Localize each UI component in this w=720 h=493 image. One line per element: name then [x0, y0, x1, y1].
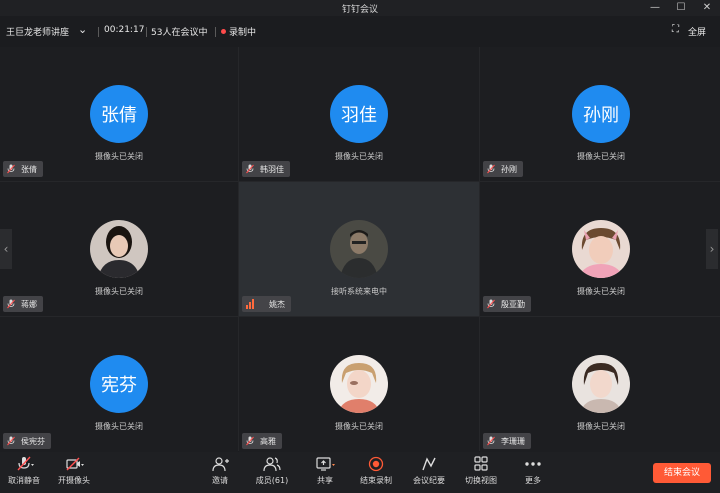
mic-muted-icon [487, 164, 495, 174]
participant-count[interactable]: 53人在会议中 [151, 25, 207, 38]
participant-name: 高雅 [260, 436, 276, 446]
participant-grid: 张倩 摄像头已关闭 张倩 羽佳 摄像头已关闭 韩羽佳 孙刚 摄像头已关闭 孙刚 … [0, 47, 720, 453]
name-badge: 姚杰 [242, 296, 291, 312]
participant-tile[interactable]: 宪芬 摄像头已关闭 侯宪芬 [0, 317, 238, 453]
mic-muted-icon [246, 164, 254, 174]
mic-muted-icon [17, 456, 34, 471]
invite-button[interactable]: 邀请 [205, 456, 235, 486]
start-camera-button[interactable]: 开摄像头 [56, 456, 92, 486]
participant-name: 张倩 [21, 164, 37, 174]
name-badge: 蒋娜 [3, 296, 43, 312]
next-page-arrow-icon[interactable]: › [706, 229, 718, 269]
participant-tile-active[interactable]: 接听系统来电中 姚杰 [239, 182, 479, 316]
fullscreen-label[interactable]: 全屏 [688, 25, 706, 38]
name-badge: 殷亚勤 [483, 296, 531, 312]
avatar-photo [572, 220, 630, 278]
avatar: 宪芬 [90, 355, 148, 413]
name-badge: 张倩 [3, 161, 43, 177]
avatar: 张倩 [90, 85, 148, 143]
participant-name: 殷亚勤 [501, 299, 525, 309]
speaking-signal-icon [246, 299, 254, 309]
chevron-down-icon[interactable]: ⌄ [78, 23, 87, 36]
recording-dot-icon [221, 29, 226, 34]
participant-name: 孙刚 [501, 164, 517, 174]
meeting-name[interactable]: 王巨龙老师讲座 [6, 25, 69, 38]
grid-view-icon [474, 456, 488, 471]
camera-off-icon [66, 457, 84, 471]
avatar-photo [330, 220, 388, 278]
share-button[interactable]: 共享 [312, 456, 338, 486]
camera-status: 摄像头已关闭 [335, 422, 383, 431]
mic-muted-icon [246, 436, 254, 446]
close-button[interactable]: ✕ [694, 0, 720, 16]
name-badge: 侯宪芬 [3, 433, 51, 449]
recording-status: 录制中 [221, 25, 256, 38]
camera-status: 摄像头已关闭 [577, 422, 625, 431]
participant-tile[interactable]: 张倩 摄像头已关闭 张倩 [0, 47, 238, 181]
participant-tile[interactable]: 羽佳 摄像头已关闭 韩羽佳 [239, 47, 479, 181]
participant-tile[interactable]: 孙刚 摄像头已关闭 孙刚 [480, 47, 720, 181]
mic-muted-icon [487, 299, 495, 309]
participant-tile[interactable]: 摄像头已关闭 蒋娜 [0, 182, 238, 316]
members-button[interactable]: 成员(61) [254, 456, 290, 486]
record-icon [368, 456, 384, 472]
avatar: 羽佳 [330, 85, 388, 143]
switch-view-button[interactable]: 切换视图 [462, 456, 500, 486]
participant-name: 蒋娜 [21, 299, 37, 309]
window-title: 钉钉会议 [341, 5, 378, 15]
avatar-photo [572, 355, 630, 413]
participant-name: 韩羽佳 [260, 164, 284, 174]
previous-page-arrow-icon[interactable]: ‹ [0, 229, 12, 269]
add-user-icon [212, 457, 229, 472]
participant-tile[interactable]: 摄像头已关闭 殷亚勤 [480, 182, 720, 316]
title-bar: 钉钉会议 — ☐ ✕ [0, 0, 720, 16]
stop-recording-button[interactable]: 结束录制 [357, 456, 395, 486]
mic-muted-icon [7, 164, 15, 174]
name-badge: 李珊珊 [483, 433, 531, 449]
maximize-button[interactable]: ☐ [668, 0, 694, 16]
mic-muted-icon [487, 436, 495, 446]
fullscreen-icon[interactable]: ⛶ [672, 24, 679, 35]
participant-tile[interactable]: 摄像头已关闭 李珊珊 [480, 317, 720, 453]
name-badge: 高雅 [242, 433, 282, 449]
meeting-toolbar: 取消静音 开摄像头 邀请 成员(61) 共享 结束录制 会议纪要 切换视图 更多 [0, 452, 720, 493]
unmute-button[interactable]: 取消静音 [6, 456, 42, 486]
mic-muted-icon [7, 299, 15, 309]
participant-name: 李珊珊 [501, 436, 525, 446]
meeting-minutes-button[interactable]: 会议纪要 [410, 456, 448, 486]
minimize-button[interactable]: — [642, 0, 668, 16]
avatar: 孙刚 [572, 85, 630, 143]
camera-status: 摄像头已关闭 [95, 422, 143, 431]
minutes-icon [422, 457, 436, 471]
mic-muted-icon [7, 436, 15, 446]
avatar-photo [330, 355, 388, 413]
members-icon [263, 457, 281, 472]
name-badge: 孙刚 [483, 161, 523, 177]
name-badge: 韩羽佳 [242, 161, 290, 177]
avatar-photo [90, 220, 148, 278]
participant-name: 姚杰 [269, 299, 285, 309]
participant-name: 侯宪芬 [21, 436, 45, 446]
end-meeting-button[interactable]: 结束会议 [653, 463, 711, 483]
more-dots-icon [525, 462, 541, 466]
meeting-duration: 00:21:17 [104, 25, 145, 35]
more-button[interactable]: 更多 [521, 456, 545, 486]
participant-tile[interactable]: 摄像头已关闭 高雅 [239, 317, 479, 453]
share-screen-icon [316, 457, 335, 471]
meeting-info-bar: 王巨龙老师讲座 ⌄ 00:21:17 53人在会议中 录制中 ⛶ 全屏 [0, 22, 720, 42]
